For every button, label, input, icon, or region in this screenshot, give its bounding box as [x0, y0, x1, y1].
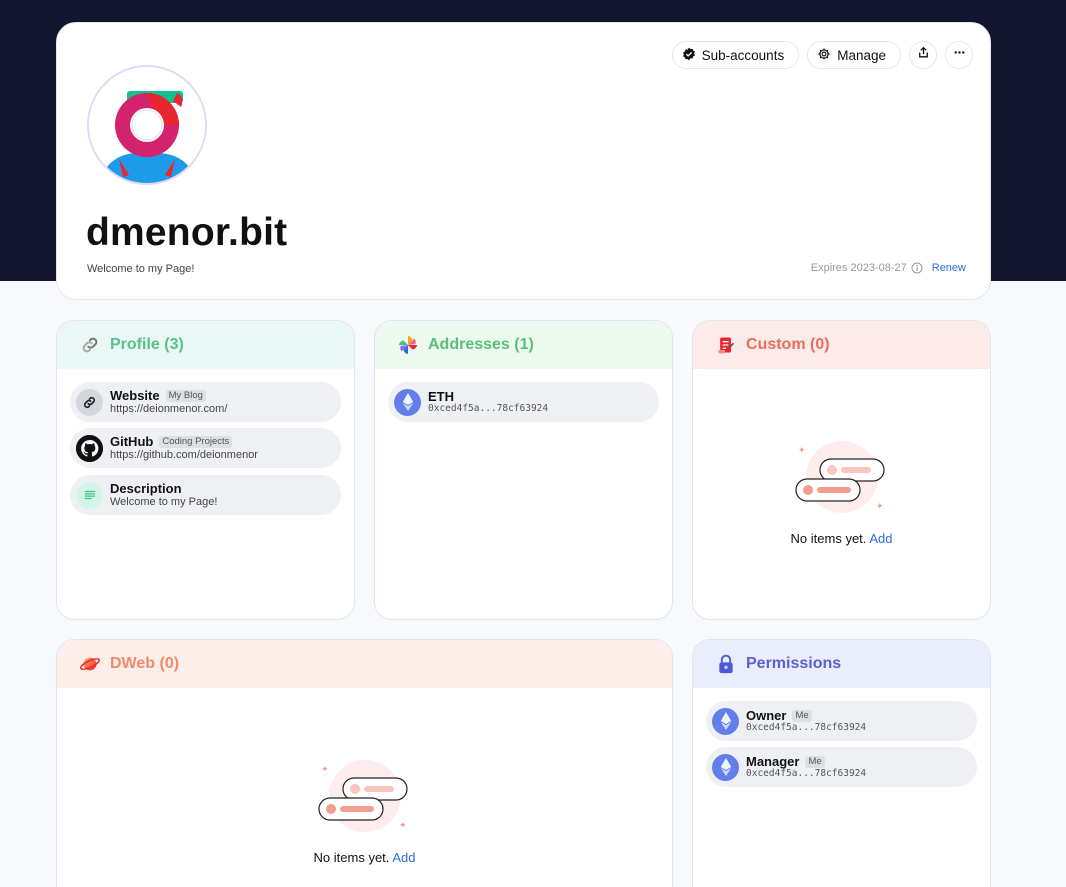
- info-icon[interactable]: [911, 262, 923, 274]
- more-icon: [953, 46, 966, 64]
- gear-icon: [817, 47, 831, 64]
- address-item-value: 0xced4f5a...78cf63924: [428, 402, 549, 414]
- more-options-button[interactable]: [945, 41, 973, 69]
- empty-text: No items yet.: [790, 531, 867, 546]
- item-value: Welcome to my Page!: [110, 496, 218, 509]
- profile-item-description[interactable]: Description Welcome to my Page!: [70, 475, 341, 515]
- share-button[interactable]: [909, 41, 937, 69]
- profile-title: Profile (3): [110, 336, 184, 353]
- expiry-date: Expires 2023-08-27: [810, 262, 907, 274]
- empty-message: No items yet. Add: [693, 531, 990, 546]
- address-item-eth[interactable]: ETH 0xced4f5a...78cf63924: [388, 382, 659, 422]
- renew-link[interactable]: Renew: [932, 262, 966, 274]
- permission-item-text: Manager Me 0xced4f5a...78cf63924: [746, 753, 867, 780]
- profile-card-header: Profile (3): [57, 321, 354, 369]
- verified-badge-icon: [682, 47, 696, 64]
- ethereum-icon: [712, 753, 739, 781]
- permission-item-title-row: Owner Me: [746, 707, 866, 723]
- website-link-icon: [76, 388, 103, 416]
- domain-name: dmenor.bit: [86, 211, 288, 254]
- dweb-card-header: DWeb (0): [57, 640, 672, 688]
- profile-item-title-row: GitHub Coding Projects: [110, 433, 258, 449]
- permission-item-text: Owner Me 0xced4f5a...78cf63924: [746, 707, 867, 734]
- item-badge: Me: [805, 755, 825, 768]
- permissions-card: Permissions Owner Me 0xced4f5a...78cf639…: [692, 639, 991, 887]
- sub-accounts-label: Sub-accounts: [701, 47, 785, 63]
- permission-item-owner[interactable]: Owner Me 0xced4f5a...78cf63924: [706, 701, 977, 741]
- profile-card: Profile (3) Website My Blog https://deio…: [56, 320, 355, 620]
- item-title: GitHub: [110, 433, 154, 449]
- address-item-title: ETH: [428, 388, 454, 404]
- dweb-card: DWeb (0) ✦ ✦ No items yet. Add: [56, 639, 673, 887]
- permission-item-manager[interactable]: Manager Me 0xced4f5a...78cf63924: [706, 747, 977, 787]
- item-badge: Me: [792, 709, 812, 722]
- manage-label: Manage: [837, 47, 886, 63]
- permissions-title: Permissions: [746, 655, 842, 672]
- lock-icon: [715, 653, 737, 675]
- custom-title: Custom (0): [746, 336, 830, 353]
- custom-card: Custom (0) ✦ ✦ No items yet. Add: [692, 320, 991, 620]
- planet-icon: [79, 653, 101, 675]
- permissions-card-header: Permissions: [693, 640, 990, 688]
- sub-accounts-button[interactable]: Sub-accounts: [671, 41, 800, 69]
- profile-item-title-row: Description: [110, 480, 217, 496]
- ethereum-icon: [712, 707, 739, 735]
- svg-text:✦: ✦: [321, 765, 329, 775]
- ethereum-icon: [394, 388, 421, 416]
- svg-text:✦: ✦: [876, 502, 884, 512]
- svg-text:✦: ✦: [798, 446, 806, 456]
- svg-text:✦: ✦: [399, 821, 407, 831]
- empty-text: No items yet.: [313, 850, 390, 865]
- share-icon: [917, 46, 930, 64]
- addresses-card-header: Addresses (1): [375, 321, 672, 369]
- address-item-text: ETH 0xced4f5a...78cf63924: [428, 388, 549, 415]
- empty-message: No items yet. Add: [57, 850, 672, 865]
- profile-item-website[interactable]: Website My Blog https://deionmenor.com/: [70, 382, 341, 422]
- profile-item-title-row: Website My Blog: [110, 387, 227, 403]
- header-card: Sub-accounts Manage dmenor.bit Welcome t…: [56, 22, 991, 300]
- dweb-title: DWeb (0): [110, 655, 180, 672]
- header-actions: Sub-accounts Manage: [671, 41, 973, 69]
- link-icon: [79, 334, 101, 356]
- add-dweb-link[interactable]: Add: [392, 850, 415, 865]
- item-value: https://deionmenor.com/: [110, 403, 228, 416]
- item-title: Description: [110, 480, 182, 496]
- empty-illustration: ✦ ✦: [693, 439, 990, 519]
- item-value: https://github.com/deionmenor: [110, 449, 258, 462]
- profile-item-text: Website My Blog https://deionmenor.com/: [110, 387, 228, 416]
- item-value: 0xced4f5a...78cf63924: [746, 767, 867, 779]
- scroll-icon: [715, 334, 737, 356]
- add-custom-link[interactable]: Add: [869, 531, 892, 546]
- description-icon: [76, 481, 103, 509]
- profile-item-text: Description Welcome to my Page!: [110, 480, 218, 509]
- item-badge: My Blog: [165, 389, 206, 403]
- addresses-title: Addresses (1): [428, 336, 534, 353]
- addresses-card: Addresses (1) ETH 0xced4f5a...78cf63924: [374, 320, 673, 620]
- dweb-empty-state: ✦ ✦ No items yet. Add: [57, 758, 672, 865]
- profile-item-github[interactable]: GitHub Coding Projects https://github.co…: [70, 428, 341, 468]
- item-title: Owner: [746, 707, 787, 723]
- permission-item-title-row: Manager Me: [746, 753, 866, 769]
- manage-button[interactable]: Manage: [807, 41, 901, 69]
- item-value: 0xced4f5a...78cf63924: [746, 721, 867, 733]
- profile-item-text: GitHub Coding Projects https://github.co…: [110, 433, 258, 462]
- empty-illustration: ✦ ✦: [57, 758, 672, 838]
- pinwheel-icon: [397, 334, 419, 356]
- custom-card-header: Custom (0): [693, 321, 990, 369]
- item-title: Manager: [746, 753, 800, 769]
- item-badge: Coding Projects: [159, 435, 233, 449]
- expiry-info: Expires 2023-08-27 Renew: [811, 262, 966, 274]
- tagline: Welcome to my Page!: [87, 263, 195, 275]
- avatar: [87, 65, 207, 185]
- custom-empty-state: ✦ ✦ No items yet. Add: [693, 439, 990, 546]
- github-icon: [76, 434, 103, 462]
- item-title: Website: [110, 387, 160, 403]
